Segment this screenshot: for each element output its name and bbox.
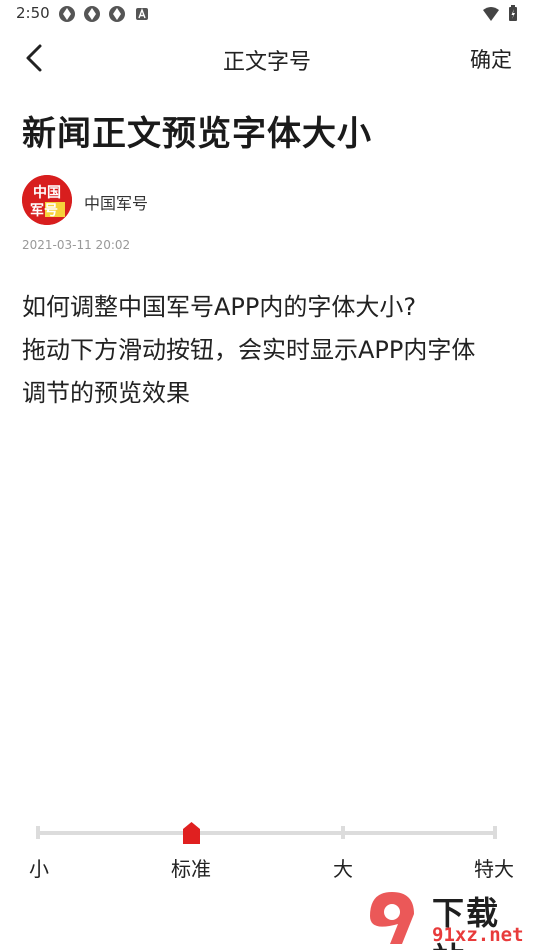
status-notification-icons: [58, 5, 151, 23]
app-icon: [59, 6, 75, 22]
app-icon: [84, 6, 100, 22]
slider-tick-extra-large[interactable]: [493, 826, 497, 839]
chevron-left-icon: [26, 44, 42, 72]
back-button[interactable]: [18, 42, 54, 74]
publish-time: 2021-03-11 20:02: [22, 238, 131, 252]
slider-track[interactable]: [38, 831, 496, 835]
font-size-settings-screen: 2:50 正文字号 确定 新闻正文预览字体大小 中国 军号 中国军号 2021-…: [0, 0, 534, 950]
slider-tick-small[interactable]: [36, 826, 40, 839]
watermark-url: 91xz.net: [432, 924, 524, 946]
body-line: 调节的预览效果: [22, 379, 190, 407]
page-title: 正文字号: [222, 50, 311, 75]
status-bar: 2:50: [0, 0, 534, 28]
body-line: 拖动下方滑动按钮，会实时显示APP内字体: [22, 336, 476, 364]
svg-text:中国: 中国: [33, 184, 61, 201]
app-icon: [109, 6, 125, 22]
watermark-logo-icon: [370, 892, 414, 944]
status-system-icons: [482, 5, 518, 22]
china-military-logo: 中国 军号: [22, 175, 72, 225]
slider-label-standard[interactable]: 标准: [171, 853, 211, 882]
article-body: 如何调整中国军号APP内的字体大小? 拖动下方滑动按钮，会实时显示APP内字体 …: [22, 286, 512, 415]
slider-tick-large[interactable]: [341, 826, 345, 839]
a-notification-icon: [136, 8, 148, 20]
status-time: 2:50: [16, 4, 50, 22]
slider-label-extra-large[interactable]: 特大: [474, 853, 514, 882]
confirm-button[interactable]: 确定: [470, 44, 512, 74]
site-watermark: 下载站 91xz.net: [362, 886, 532, 950]
slider-thumb[interactable]: [183, 822, 200, 844]
top-nav-bar: 正文字号 确定: [0, 30, 534, 86]
svg-text:军号: 军号: [30, 203, 58, 219]
slider-label-large[interactable]: 大: [333, 853, 353, 882]
slider-label-small[interactable]: 小: [29, 853, 49, 882]
author-avatar: 中国 军号: [22, 175, 72, 225]
font-size-slider[interactable]: 小 标准 大 特大: [0, 810, 534, 890]
author-name: 中国军号: [84, 194, 149, 213]
body-line: 如何调整中国军号APP内的字体大小?: [22, 293, 417, 321]
article-title: 新闻正文预览字体大小: [22, 114, 372, 154]
wifi-icon: [483, 6, 499, 21]
battery-charging-icon: [509, 5, 517, 21]
